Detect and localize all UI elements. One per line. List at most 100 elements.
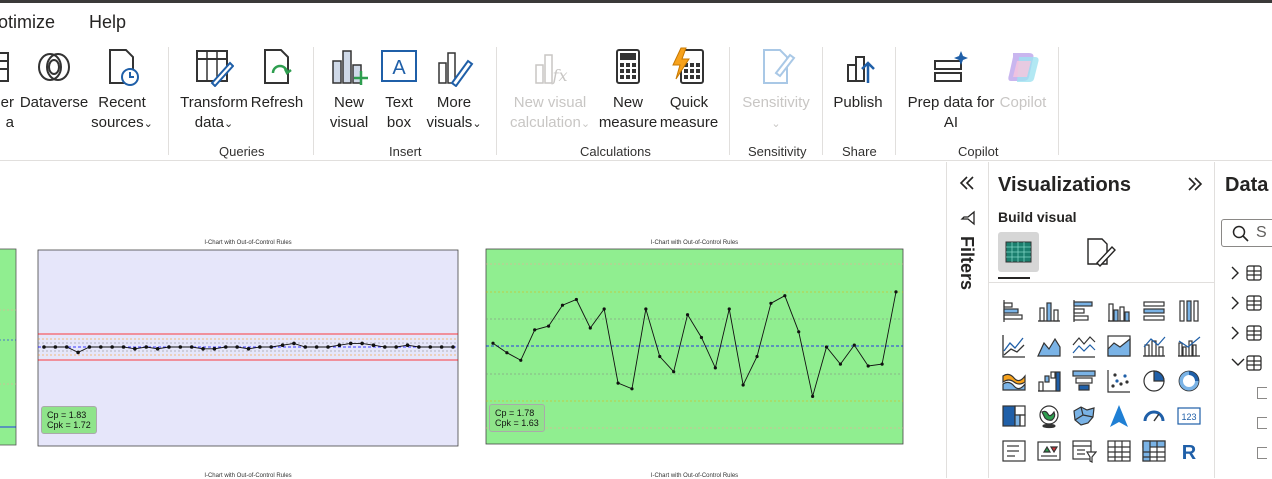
data-point [189, 345, 194, 349]
prep-data-ai-icon [934, 51, 968, 82]
format-visual-icon[interactable] [1085, 237, 1117, 267]
collapse-left-icon[interactable] [958, 174, 976, 192]
partial-ribbon-label: er a [0, 94, 14, 131]
data-point [110, 345, 114, 349]
data-point [658, 354, 662, 359]
scatter-chart-icon[interactable] [1106, 368, 1132, 394]
line-chart-icon[interactable] [1001, 333, 1027, 359]
filled-map-icon[interactable] [1071, 403, 1097, 429]
refresh-button[interactable]: Refresh [250, 47, 304, 113]
data-point [699, 335, 704, 340]
menu-help[interactable]: Help [89, 12, 126, 33]
table-expand-row[interactable] [1229, 264, 1272, 282]
line-and-clustered-column-chart-icon[interactable] [1176, 333, 1202, 359]
table-expand-row[interactable] [1229, 294, 1272, 312]
quick-measure-button[interactable]: Quick measure [658, 47, 720, 133]
clustered-bar-chart-icon[interactable] [1071, 298, 1097, 324]
group-label-copilot: Copilot [958, 144, 999, 159]
r-visual-label: R [1182, 442, 1197, 464]
field-checkbox[interactable] [1257, 447, 1267, 459]
data-point [546, 324, 551, 328]
chart-title: I-Chart with Out-of-Control Rules [650, 473, 739, 479]
filters-label[interactable]: Filters [956, 236, 977, 290]
data-point [212, 347, 217, 351]
100-stacked-bar-chart-icon[interactable] [1141, 298, 1167, 324]
publish-button[interactable]: Publish [830, 47, 886, 113]
ribbon-separator [168, 47, 169, 155]
data-point [630, 387, 634, 391]
gauge-icon[interactable] [1141, 403, 1167, 429]
table-visual-icon[interactable] [1106, 438, 1132, 464]
data-point [258, 345, 262, 349]
expand-right-icon[interactable] [1186, 175, 1204, 193]
chart-title: I-Chart with Out-of-Control Rules [204, 473, 292, 479]
transform-data-label-1: Transform [180, 94, 248, 111]
text-box-button[interactable]: A Text box [376, 47, 422, 133]
ribbon-chart-icon[interactable] [1001, 368, 1027, 394]
publish-label: Publish [833, 94, 883, 111]
prep-data-label-1: Prep data for [907, 94, 995, 111]
data-point [811, 394, 815, 398]
multi-row-card-icon[interactable] [1001, 438, 1027, 464]
field-checkbox[interactable] [1257, 387, 1267, 399]
clustered-column-chart-icon[interactable] [1106, 298, 1132, 324]
data-point [852, 343, 856, 347]
data-point [144, 345, 149, 349]
table-collapse-row[interactable] [1229, 354, 1272, 372]
prep-data-for-ai-button[interactable]: Prep data for AI [904, 47, 998, 133]
chevron-down-icon: ⌄ [223, 118, 234, 130]
100-stacked-column-chart-icon[interactable] [1176, 298, 1202, 324]
azure-map-icon[interactable] [1106, 403, 1132, 429]
funnel-chart-icon[interactable] [1071, 368, 1097, 394]
stacked-area-chart-icon[interactable] [1071, 333, 1097, 359]
new-visual-button[interactable]: New visual [324, 47, 374, 133]
report-canvas[interactable]: I-Chart with Out-of-Control Rules I-Char… [0, 162, 946, 479]
partial-ribbon-button[interactable]: er a [0, 47, 14, 133]
kpi-icon[interactable] [1036, 438, 1062, 464]
new-measure-button[interactable]: New measure [598, 47, 658, 133]
sensitivity-button[interactable]: Sensitivity ⌄ [738, 47, 814, 134]
i-chart-green[interactable] [485, 248, 904, 445]
menu-optimize[interactable]: otimize [0, 12, 55, 33]
i-chart-lavender[interactable] [37, 249, 459, 447]
data-point [405, 343, 410, 347]
transform-data-button[interactable]: Transform data⌄ [178, 47, 250, 134]
dataverse-button[interactable]: Dataverse [18, 47, 90, 113]
data-point [303, 345, 308, 349]
map-icon[interactable] [1036, 403, 1062, 429]
ribbon-separator [313, 47, 314, 155]
waterfall-chart-icon[interactable] [1036, 368, 1062, 394]
area-chart-icon[interactable] [1036, 333, 1062, 359]
slicer-icon[interactable] [1071, 438, 1097, 464]
line-and-stacked-column-chart-icon[interactable] [1141, 333, 1167, 359]
donut-chart-icon[interactable] [1176, 368, 1202, 394]
partial-chart-left[interactable] [0, 248, 17, 446]
field-checkbox[interactable] [1257, 417, 1267, 429]
data-point [201, 347, 205, 351]
stacked-column-chart-icon[interactable] [1036, 298, 1062, 324]
svg-text:A: A [392, 57, 406, 79]
treemap-icon[interactable] [1001, 403, 1027, 429]
card-icon[interactable]: 123 [1176, 403, 1202, 429]
data-point [783, 294, 787, 298]
data-point [491, 341, 495, 345]
data-point [360, 341, 364, 346]
r-script-visual-icon[interactable]: R [1176, 438, 1202, 464]
data-point [76, 350, 80, 355]
more-visuals-button[interactable]: More visuals⌄ [424, 47, 484, 134]
matrix-icon[interactable] [1141, 438, 1167, 464]
data-point [42, 345, 46, 349]
stacked-bar-chart-icon[interactable] [1001, 298, 1027, 324]
table-expand-row[interactable] [1229, 324, 1272, 342]
data-search-input[interactable]: S [1221, 219, 1272, 247]
build-visual-tab[interactable] [998, 232, 1039, 272]
100-stacked-area-chart-icon[interactable] [1106, 333, 1132, 359]
copilot-button[interactable]: Copilot [996, 47, 1050, 113]
pie-chart-icon[interactable] [1141, 368, 1167, 394]
data-point [53, 345, 58, 349]
recent-sources-button[interactable]: Recent sources⌄ [88, 47, 156, 134]
new-visual-calculation-button[interactable]: fx New visual calculation⌄ [506, 47, 594, 134]
transform-data-label-2: data [194, 114, 224, 131]
recent-sources-label-2: sources [91, 114, 144, 131]
data-point [394, 345, 398, 349]
